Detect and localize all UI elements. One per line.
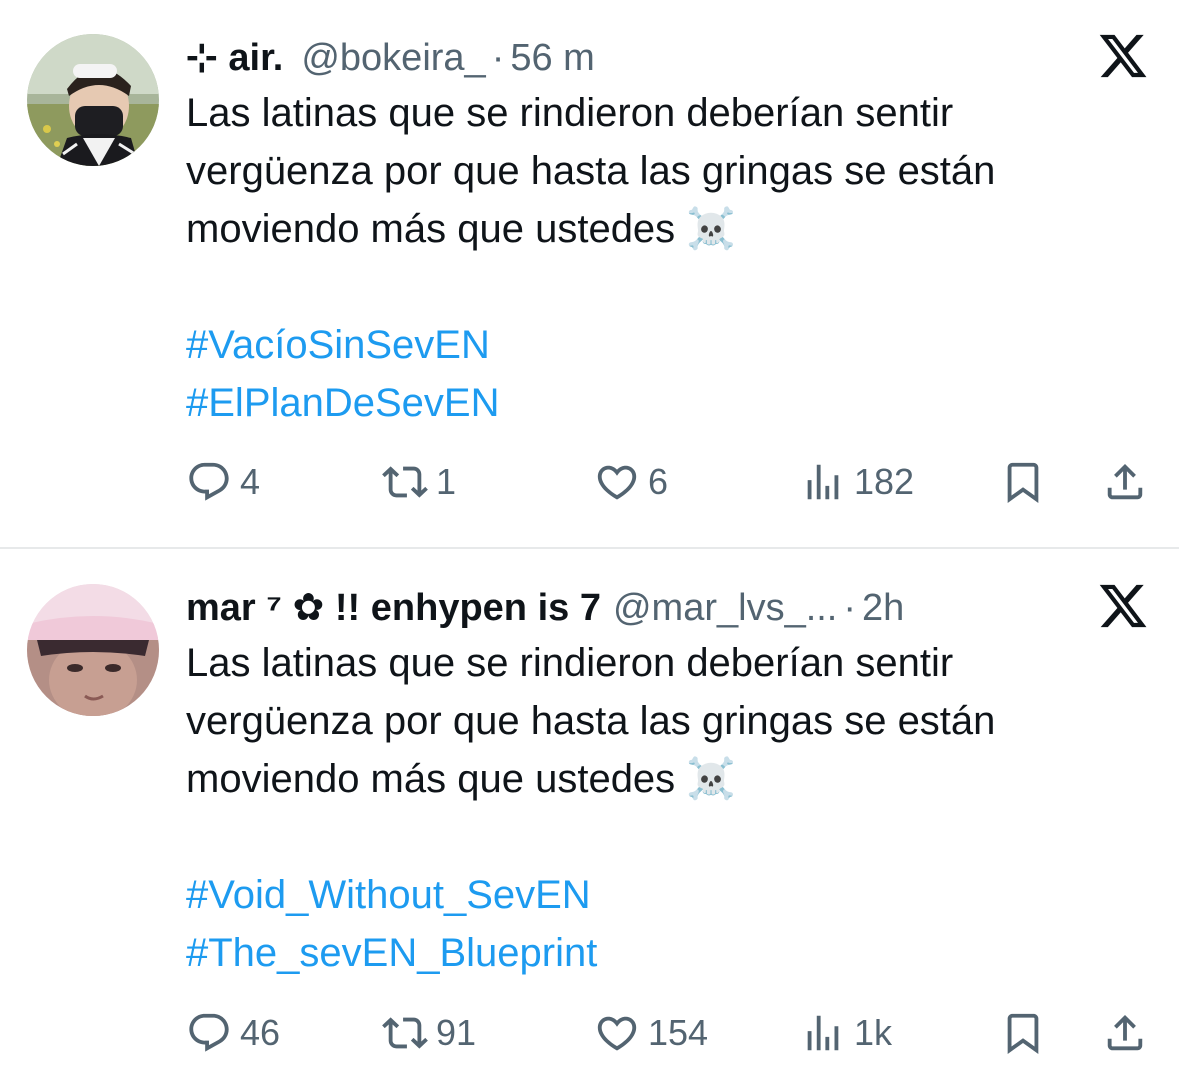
action-bar: 46 91 154 1k: [186, 1003, 1151, 1063]
views-count: 1k: [854, 1012, 893, 1053]
like-button[interactable]: 6: [594, 452, 668, 512]
views-count: 182: [854, 461, 915, 502]
repost-count: 91: [436, 1012, 477, 1053]
tweet[interactable]: ⊹ air. @bokeira_ · 56 m Las latinas que …: [0, 0, 1179, 548]
hashtag-link[interactable]: #ElPlanDeSevEN: [186, 374, 1146, 432]
timestamp[interactable]: 56 m: [510, 30, 594, 86]
tweet-text-line: Las latinas que se rindieron deberían se…: [186, 641, 954, 685]
hashtag-link[interactable]: #The_sevEN_Blueprint: [186, 924, 1146, 982]
repost-count: 1: [436, 461, 457, 502]
reply-button[interactable]: 46: [186, 1003, 280, 1063]
views-button[interactable]: 1k: [800, 1003, 892, 1063]
reply-icon: [189, 1013, 229, 1052]
reply-count: 46: [240, 1012, 281, 1053]
tweet-text-line: moviendo más que ustedes ☠️: [186, 207, 737, 251]
share-button[interactable]: [1102, 452, 1148, 512]
tweet-header: mar ⁷ ✿ !! enhypen is 7 @mar_lvs_... · 2…: [186, 580, 904, 636]
share-button[interactable]: [1102, 1003, 1148, 1063]
like-button[interactable]: 154: [594, 1003, 708, 1063]
heart-icon: [597, 465, 637, 500]
repost-button[interactable]: 91: [382, 1003, 476, 1063]
tweet-text-line: vergüenza por que hasta las gringas se e…: [186, 149, 996, 193]
bookmark-button[interactable]: [1000, 1003, 1046, 1063]
heart-icon: [597, 1016, 637, 1051]
user-handle[interactable]: @mar_lvs_...: [613, 580, 837, 636]
reply-count: 4: [240, 461, 261, 502]
tweet-text-line: Las latinas que se rindieron deberían se…: [186, 91, 954, 135]
views-icon: [807, 1015, 839, 1051]
tweet-header: ⊹ air. @bokeira_ · 56 m: [186, 30, 595, 86]
avatar[interactable]: [27, 584, 159, 716]
like-count: 6: [648, 461, 669, 502]
share-icon: [1107, 463, 1143, 500]
x-logo-icon: [1097, 580, 1149, 632]
x-logo-icon: [1097, 30, 1149, 82]
repost-icon: [382, 466, 428, 498]
tweet-text: Las latinas que se rindieron deberían se…: [186, 84, 1146, 432]
action-bar: 4 1 6 182: [186, 452, 1151, 512]
views-icon: [807, 464, 839, 500]
display-name[interactable]: ⊹ air.: [186, 30, 283, 86]
share-icon: [1107, 1014, 1143, 1051]
views-button[interactable]: 182: [800, 452, 914, 512]
avatar[interactable]: [27, 34, 159, 166]
repost-button[interactable]: 1: [382, 452, 456, 512]
tweet-feed: ⊹ air. @bokeira_ · 56 m Las latinas que …: [0, 0, 1179, 1084]
display-name[interactable]: mar ⁷ ✿ !! enhypen is 7: [186, 580, 601, 636]
like-count: 154: [648, 1012, 709, 1053]
timestamp[interactable]: 2h: [862, 580, 904, 636]
reply-icon: [189, 462, 229, 501]
separator-dot: ·: [843, 587, 857, 629]
bookmark-icon: [1007, 462, 1039, 503]
tweet-divider: [0, 547, 1179, 549]
bookmark-button[interactable]: [1000, 452, 1046, 512]
separator-dot: ·: [491, 37, 505, 79]
user-handle[interactable]: @bokeira_: [301, 30, 485, 86]
bookmark-icon: [1007, 1013, 1039, 1054]
tweet-text-line: vergüenza por que hasta las gringas se e…: [186, 699, 996, 743]
hashtag-link[interactable]: #Void_Without_SevEN: [186, 866, 1146, 924]
reply-button[interactable]: 4: [186, 452, 260, 512]
tweet-text: Las latinas que se rindieron deberían se…: [186, 634, 1146, 982]
hashtag-link[interactable]: #VacíoSinSevEN: [186, 316, 1146, 374]
tweet-text-line: moviendo más que ustedes ☠️: [186, 757, 737, 801]
tweet[interactable]: mar ⁷ ✿ !! enhypen is 7 @mar_lvs_... · 2…: [0, 550, 1179, 1084]
repost-icon: [382, 1017, 428, 1049]
